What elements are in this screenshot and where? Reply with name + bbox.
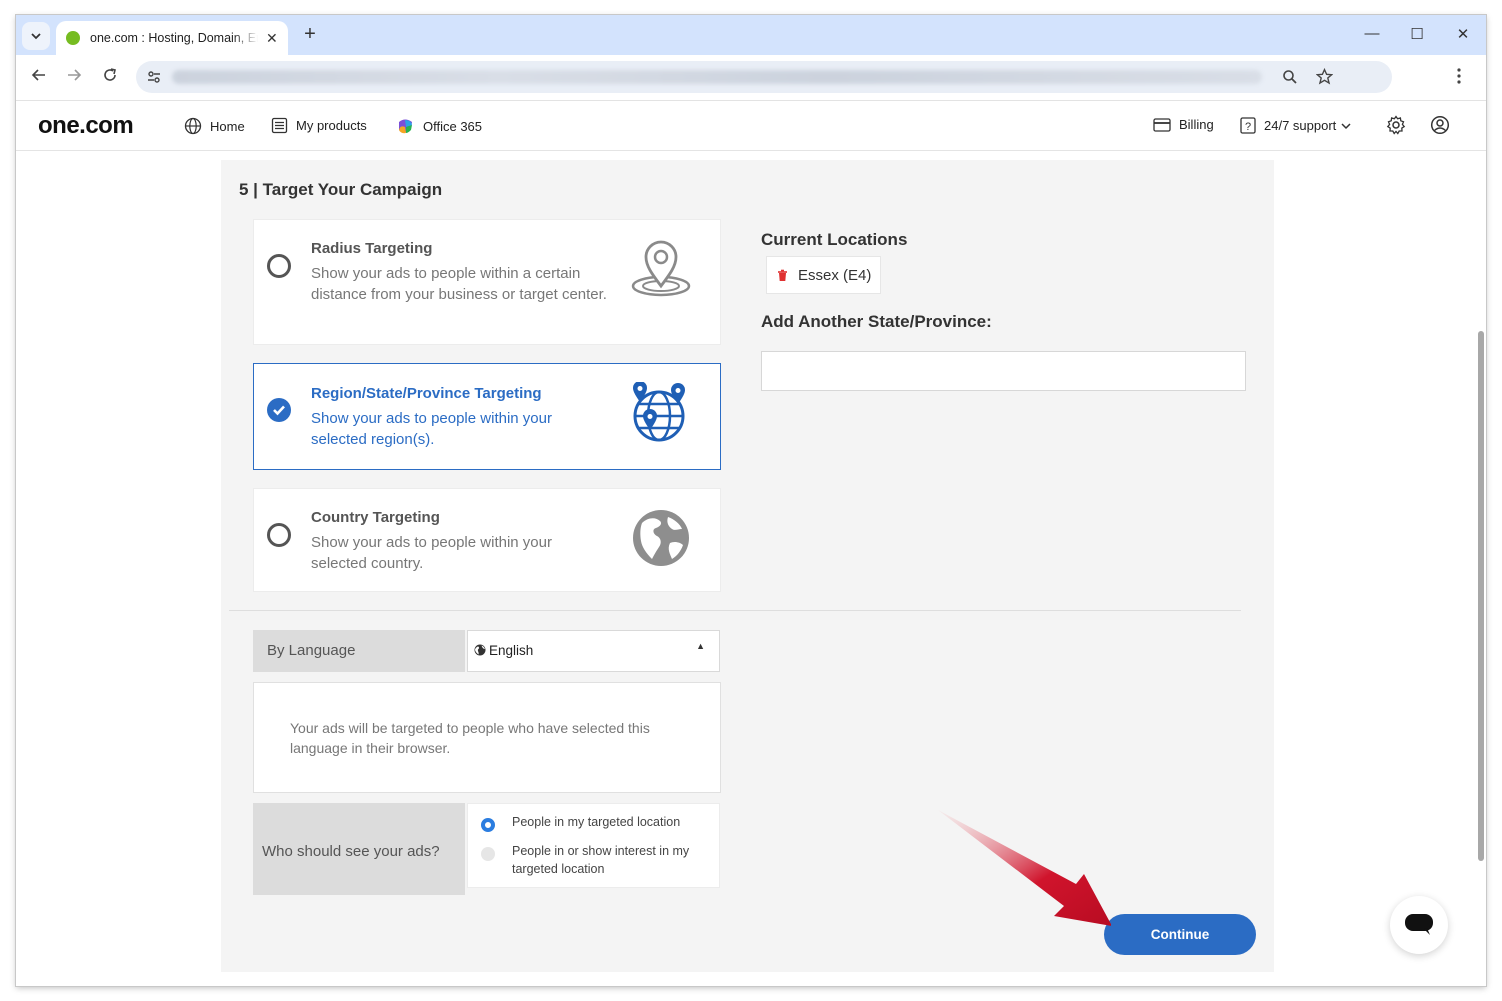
audience-option-targeted-label[interactable]: People in my targeted location bbox=[512, 813, 712, 831]
language-select[interactable]: English ▲ bbox=[467, 630, 720, 672]
svg-text:?: ? bbox=[1245, 121, 1251, 133]
zoom-icon[interactable] bbox=[1282, 67, 1298, 89]
earth-icon bbox=[632, 509, 690, 572]
region-targeting-radio[interactable] bbox=[267, 398, 291, 422]
language-info-box: Your ads will be targeted to people who … bbox=[253, 682, 721, 793]
audience-radio-targeted[interactable] bbox=[481, 818, 495, 832]
section-title: 5 | Target Your Campaign bbox=[239, 180, 443, 199]
audience-radio-interest[interactable] bbox=[481, 847, 495, 861]
support-menu[interactable]: ? 24/7 support bbox=[1240, 117, 1352, 134]
continue-button[interactable]: Continue bbox=[1104, 914, 1256, 955]
billing-link[interactable]: Billing bbox=[1153, 117, 1214, 132]
browser-tab[interactable]: one.com : Hosting, Domain, Email ✕ bbox=[56, 21, 288, 55]
nav-office-365-label: Office 365 bbox=[423, 119, 483, 134]
audience-option-interest-label[interactable]: People in or show interest in my targete… bbox=[512, 842, 712, 878]
help-icon: ? bbox=[1240, 117, 1256, 134]
credit-card-icon bbox=[1153, 117, 1171, 132]
add-state-title: Add Another State/Province: bbox=[761, 312, 992, 331]
add-state-input[interactable] bbox=[761, 351, 1246, 391]
settings-gear-icon[interactable] bbox=[1386, 115, 1406, 140]
page-scrollbar[interactable] bbox=[1478, 331, 1484, 861]
new-tab-button[interactable]: + bbox=[298, 23, 322, 46]
globe-pins-icon bbox=[628, 381, 690, 449]
billing-label: Billing bbox=[1179, 117, 1214, 132]
map-pin-icon bbox=[630, 238, 692, 305]
current-locations-title: Current Locations bbox=[761, 230, 908, 249]
country-targeting-card[interactable]: Country Targeting Show your ads to peopl… bbox=[253, 488, 721, 592]
location-chip: Essex (E4) bbox=[766, 256, 881, 294]
minimize-button[interactable]: — bbox=[1362, 25, 1382, 42]
reload-button[interactable] bbox=[99, 67, 121, 88]
chat-bubble-icon bbox=[1405, 914, 1433, 935]
nav-my-products[interactable]: My products bbox=[271, 117, 367, 134]
tab-close-icon[interactable]: ✕ bbox=[266, 30, 278, 47]
site-settings-icon[interactable] bbox=[146, 69, 162, 85]
location-chip-label: Essex (E4) bbox=[798, 266, 872, 284]
country-targeting-radio[interactable] bbox=[267, 523, 291, 547]
account-icon[interactable] bbox=[1430, 115, 1450, 140]
nav-my-products-label: My products bbox=[296, 118, 367, 133]
chat-button[interactable] bbox=[1390, 896, 1448, 954]
country-targeting-desc: Show your ads to people within your sele… bbox=[311, 534, 552, 572]
site-header: one.com Home My products Office 365 Bill… bbox=[16, 102, 1486, 151]
trash-icon[interactable] bbox=[777, 269, 788, 282]
tab-strip: one.com : Hosting, Domain, Email ✕ + — ☐… bbox=[16, 15, 1486, 55]
language-select-value: English bbox=[489, 643, 534, 658]
by-language-label: By Language bbox=[253, 630, 465, 672]
close-window-button[interactable]: ✕ bbox=[1453, 25, 1473, 43]
radius-targeting-radio[interactable] bbox=[267, 254, 291, 278]
region-targeting-card[interactable]: Region/State/Province Targeting Show you… bbox=[253, 363, 721, 470]
back-button[interactable] bbox=[28, 67, 50, 88]
tab-title: one.com : Hosting, Domain, Email bbox=[90, 31, 258, 45]
nav-home-label: Home bbox=[210, 118, 245, 134]
office-icon bbox=[399, 119, 412, 134]
browser-menu-icon[interactable] bbox=[1456, 67, 1462, 90]
audience-label: Who should see your ads? bbox=[253, 803, 465, 895]
maximize-button[interactable]: ☐ bbox=[1407, 25, 1427, 43]
browser-toolbar bbox=[16, 55, 1486, 101]
site-logo[interactable]: one.com bbox=[38, 112, 134, 140]
audience-options: People in my targeted location People in… bbox=[467, 803, 720, 888]
list-icon bbox=[271, 117, 288, 134]
annotation-arrow-icon bbox=[938, 810, 1111, 926]
radius-targeting-desc: Show your ads to people within a certain… bbox=[311, 265, 607, 303]
forward-button[interactable] bbox=[63, 67, 85, 88]
chevron-down-icon bbox=[1341, 122, 1351, 129]
nav-office-365[interactable]: Office 365 bbox=[396, 117, 482, 136]
globe-icon bbox=[184, 117, 202, 135]
url-text-redacted bbox=[172, 70, 1262, 84]
checkmark-icon bbox=[273, 405, 285, 416]
address-bar[interactable] bbox=[136, 61, 1392, 93]
radius-targeting-card[interactable]: Radius Targeting Show your ads to people… bbox=[253, 219, 721, 345]
arrow-right-icon bbox=[68, 69, 82, 81]
bookmark-star-icon[interactable] bbox=[1315, 67, 1334, 89]
browser-window: one.com : Hosting, Domain, Email ✕ + — ☐… bbox=[16, 15, 1486, 986]
favicon-icon bbox=[66, 31, 80, 45]
globe-icon bbox=[474, 644, 486, 656]
caret-up-icon: ▲ bbox=[696, 641, 705, 651]
radius-targeting-title: Radius Targeting bbox=[311, 240, 433, 257]
nav-home[interactable]: Home bbox=[184, 117, 245, 135]
region-targeting-title: Region/State/Province Targeting bbox=[311, 385, 542, 402]
country-targeting-title: Country Targeting bbox=[311, 509, 440, 526]
arrow-left-icon bbox=[31, 69, 45, 81]
section-divider bbox=[229, 610, 1241, 611]
tab-search-button[interactable] bbox=[22, 22, 50, 50]
campaign-targeting-panel: 5 | Target Your Campaign Radius Targetin… bbox=[221, 160, 1274, 972]
support-label: 24/7 support bbox=[1264, 118, 1337, 133]
reload-icon bbox=[104, 68, 116, 81]
chevron-down-icon bbox=[31, 33, 41, 40]
region-targeting-desc: Show your ads to people within your sele… bbox=[311, 410, 552, 448]
